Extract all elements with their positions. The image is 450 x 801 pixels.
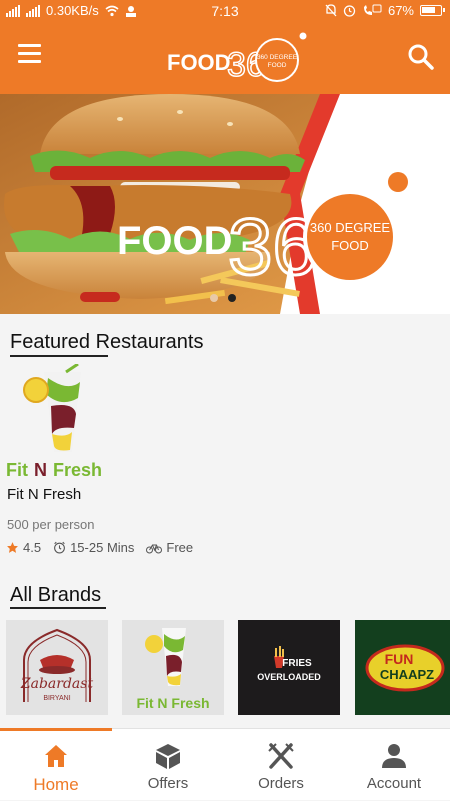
brand-fries-line1: FRIES xyxy=(282,658,312,669)
logo-word-n: N xyxy=(34,460,47,480)
brand-fit-n-fresh[interactable]: Fit N Fresh xyxy=(122,620,224,715)
fork-knife-icon xyxy=(268,743,294,769)
featured-section-title: Featured Restaurants xyxy=(10,331,204,353)
brand-fun-line2: CHAAPZ xyxy=(380,667,434,682)
food360-logo: FOOD 360 360 DEGREE FOOD xyxy=(167,32,307,85)
brand-zabardast-sub: BIRYANI xyxy=(43,695,70,702)
star-icon xyxy=(7,542,18,553)
status-bar: 0.30KB/s 7:13 67% xyxy=(0,0,450,22)
banner-logo-food: FOOD xyxy=(117,219,233,263)
brand-fries-line2: OVERLOADED xyxy=(257,672,321,682)
hd-call-icon xyxy=(363,4,382,15)
title-underline xyxy=(10,607,106,609)
nav-home-label: Home xyxy=(33,775,79,794)
nav-orders[interactable]: Orders xyxy=(225,729,337,801)
carousel-dot-active[interactable] xyxy=(228,294,236,302)
bottom-navigation: Home Offers Orders Account xyxy=(0,728,450,800)
restaurant-price: 500 per person xyxy=(7,517,95,532)
fun-chaapz-logo: FUN CHAAPZ xyxy=(365,644,445,692)
logo-food-text: FOOD xyxy=(167,50,231,75)
logo-tagline-1: 360 DEGREE xyxy=(257,54,298,61)
brand-fun-line1: FUN xyxy=(385,651,414,667)
nav-offers-label: Offers xyxy=(147,775,189,792)
app-bar: FOOD 360 360 DEGREE FOOD xyxy=(0,22,450,94)
brand-zabardast-name: Zabardast xyxy=(20,676,94,692)
fries-overloaded-logo: FRIES OVERLOADED xyxy=(257,646,321,682)
clock-icon xyxy=(54,541,65,554)
bicycle-icon xyxy=(146,544,163,553)
nav-account-label: Account xyxy=(366,775,422,792)
delivery-fee-value: Free xyxy=(166,540,194,555)
banner-tagline-2: FOOD xyxy=(331,238,369,253)
title-underline xyxy=(10,355,108,357)
logo-tagline-2: FOOD xyxy=(268,62,287,69)
search-icon[interactable] xyxy=(406,42,436,72)
delivery-fee: Free xyxy=(146,540,193,555)
nav-offers[interactable]: Offers xyxy=(112,729,224,801)
banner-tagline-1: 360 DEGREE xyxy=(310,220,391,235)
nav-home[interactable]: Home xyxy=(0,728,112,801)
fit-n-fresh-logo[interactable]: Fit N Fresh xyxy=(6,364,116,482)
carousel-dot[interactable] xyxy=(210,294,218,302)
offers-box-icon xyxy=(156,744,180,769)
battery-icon xyxy=(420,5,445,16)
mute-bell-icon xyxy=(325,4,337,17)
rating: 4.5 xyxy=(6,540,41,555)
person-icon xyxy=(382,744,406,768)
nav-orders-label: Orders xyxy=(258,775,304,792)
logo-word-fit: Fit xyxy=(6,460,28,480)
fit-n-fresh-brand-logo: Fit N Fresh xyxy=(136,628,210,711)
zabardast-logo: Zabardast BIRYANI xyxy=(20,628,94,702)
delivery-time-value: 15-25 Mins xyxy=(70,540,135,555)
brand-fries-overloaded[interactable]: FRIES OVERLOADED xyxy=(238,620,340,715)
brand-zabardast-biryani[interactable]: Zabardast BIRYANI xyxy=(6,620,108,715)
restaurant-name[interactable]: Fit N Fresh xyxy=(7,486,81,503)
logo-word-fresh: Fresh xyxy=(53,460,102,480)
hamburger-menu-icon[interactable] xyxy=(18,44,58,74)
burger-banner-image: FOOD 360 360 DEGREE FOOD xyxy=(0,94,450,314)
delivery-time: 15-25 Mins xyxy=(53,540,134,555)
battery-percent: 67% xyxy=(387,3,414,18)
promo-banner[interactable]: FOOD 360 360 DEGREE FOOD xyxy=(0,94,450,314)
carousel-indicator xyxy=(210,294,236,302)
home-icon xyxy=(45,745,67,767)
nav-account[interactable]: Account xyxy=(338,729,450,801)
brand-fun-chaapz[interactable]: FUN CHAAPZ xyxy=(355,620,450,715)
brands-section-title: All Brands xyxy=(10,584,102,606)
restaurant-meta: 4.5 15-25 Mins Free xyxy=(6,540,205,555)
brand-fit-n-fresh-name: Fit N Fresh xyxy=(136,695,209,711)
alarm-icon xyxy=(343,5,356,17)
rating-value: 4.5 xyxy=(23,540,42,555)
